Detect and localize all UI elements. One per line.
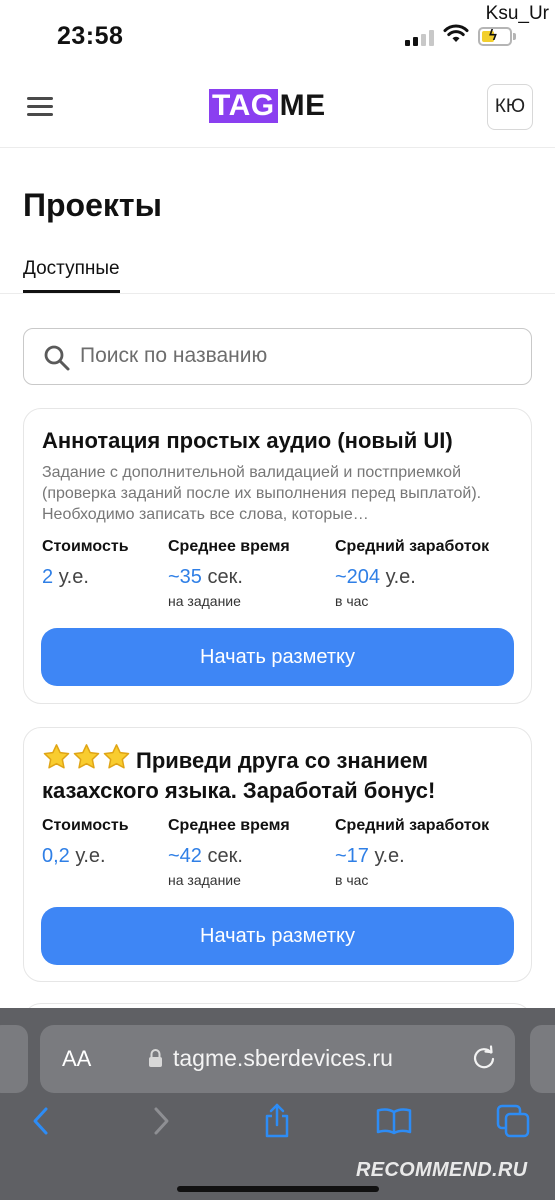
forward-icon <box>154 1107 169 1135</box>
avatar[interactable]: КЮ <box>487 84 533 130</box>
app-header: TAG ME КЮ <box>0 70 555 148</box>
project-card: Приведи друга со знанием казахского язык… <box>23 727 532 982</box>
stat-sub: на задание <box>168 593 241 609</box>
tabs: Доступные <box>0 252 555 294</box>
start-markup-button[interactable]: Начать разметку <box>41 628 514 686</box>
back-button[interactable] <box>18 1099 64 1143</box>
share-button[interactable] <box>254 1099 300 1143</box>
stat-value: 2 у.е. <box>42 566 89 588</box>
status-time: 23:58 <box>57 22 124 50</box>
page-title: Проекты <box>23 187 162 223</box>
stat-cost: Стоимость 0,2 у.е. <box>42 817 129 868</box>
stat-label: Стоимость <box>42 817 129 834</box>
bookmarks-icon <box>376 1108 412 1135</box>
bookmarks-button[interactable] <box>371 1099 417 1143</box>
stat-value: ~17 у.е. <box>335 845 405 867</box>
browser-chrome: AA tagme.sberdevices.ru RECOMMEND.RU <box>0 1008 555 1200</box>
home-indicator <box>177 1186 379 1192</box>
project-card: Аннотация простых аудио (новый UI) Задан… <box>23 408 532 704</box>
stat-value: ~204 у.е. <box>335 566 416 588</box>
previous-tab-preview[interactable] <box>0 1025 28 1093</box>
stat-avg-time: Среднее время ~35 сек. на задание <box>168 538 290 609</box>
share-icon <box>265 1103 289 1138</box>
status-bar: 23:58 Ksu_Ur ϟ <box>0 0 555 70</box>
project-title: Приведи друга со знанием казахского язык… <box>42 743 522 806</box>
address-bar[interactable]: AA tagme.sberdevices.ru <box>40 1025 515 1093</box>
watermark: RECOMMEND.RU <box>356 1159 528 1181</box>
stat-value: 0,2 у.е. <box>42 845 106 867</box>
stat-sub: в час <box>335 872 369 888</box>
forward-button[interactable] <box>138 1099 184 1143</box>
stat-sub: в час <box>335 593 369 609</box>
project-description: Задание с дополнительной валидацией и по… <box>42 464 482 523</box>
text-size-button[interactable]: AA <box>62 1046 91 1072</box>
tab-available[interactable]: Доступные <box>23 258 120 293</box>
search-icon <box>44 345 70 371</box>
star-icon <box>43 744 70 769</box>
tabs-button[interactable] <box>490 1099 536 1143</box>
cellular-signal-icon <box>405 30 435 46</box>
stat-value: ~42 сек. <box>168 845 243 867</box>
next-tab-preview[interactable] <box>530 1025 555 1093</box>
back-icon <box>33 1107 48 1135</box>
tagme-logo[interactable]: TAG ME <box>209 89 326 123</box>
stat-avg-time: Среднее время ~42 сек. на задание <box>168 817 290 888</box>
stat-avg-earnings: Средний заработок ~17 у.е. в час <box>335 817 489 888</box>
stat-label: Средний заработок <box>335 538 490 555</box>
star-icon <box>73 744 100 769</box>
project-title: Аннотация простых аудио (новый UI) <box>42 428 453 453</box>
search-input[interactable] <box>80 329 520 383</box>
stat-avg-earnings: Средний заработок ~204 у.е. в час <box>335 538 489 609</box>
logo-tag-text: TAG <box>209 89 278 123</box>
star-icon <box>103 744 130 769</box>
stat-sub: на задание <box>168 872 241 888</box>
status-user: Ksu_Ur <box>485 3 549 24</box>
battery-icon: ϟ <box>478 27 512 46</box>
stars-group <box>42 743 132 771</box>
start-markup-button[interactable]: Начать разметку <box>41 907 514 965</box>
menu-icon[interactable] <box>27 97 53 117</box>
logo-me-text: ME <box>279 89 326 122</box>
stat-label: Среднее время <box>168 538 290 555</box>
stat-cost: Стоимость 2 у.е. <box>42 538 129 589</box>
search-box[interactable] <box>23 328 532 385</box>
lock-icon <box>149 1049 162 1067</box>
battery-tip <box>513 33 516 40</box>
stat-value: ~35 сек. <box>168 566 243 588</box>
stat-label: Стоимость <box>42 538 129 555</box>
wifi-icon <box>443 24 469 42</box>
stat-label: Средний заработок <box>335 817 490 834</box>
reload-icon[interactable] <box>470 1045 498 1073</box>
tabs-icon <box>496 1104 530 1138</box>
url-text[interactable]: tagme.sberdevices.ru <box>173 1045 393 1072</box>
stat-label: Среднее время <box>168 817 290 834</box>
